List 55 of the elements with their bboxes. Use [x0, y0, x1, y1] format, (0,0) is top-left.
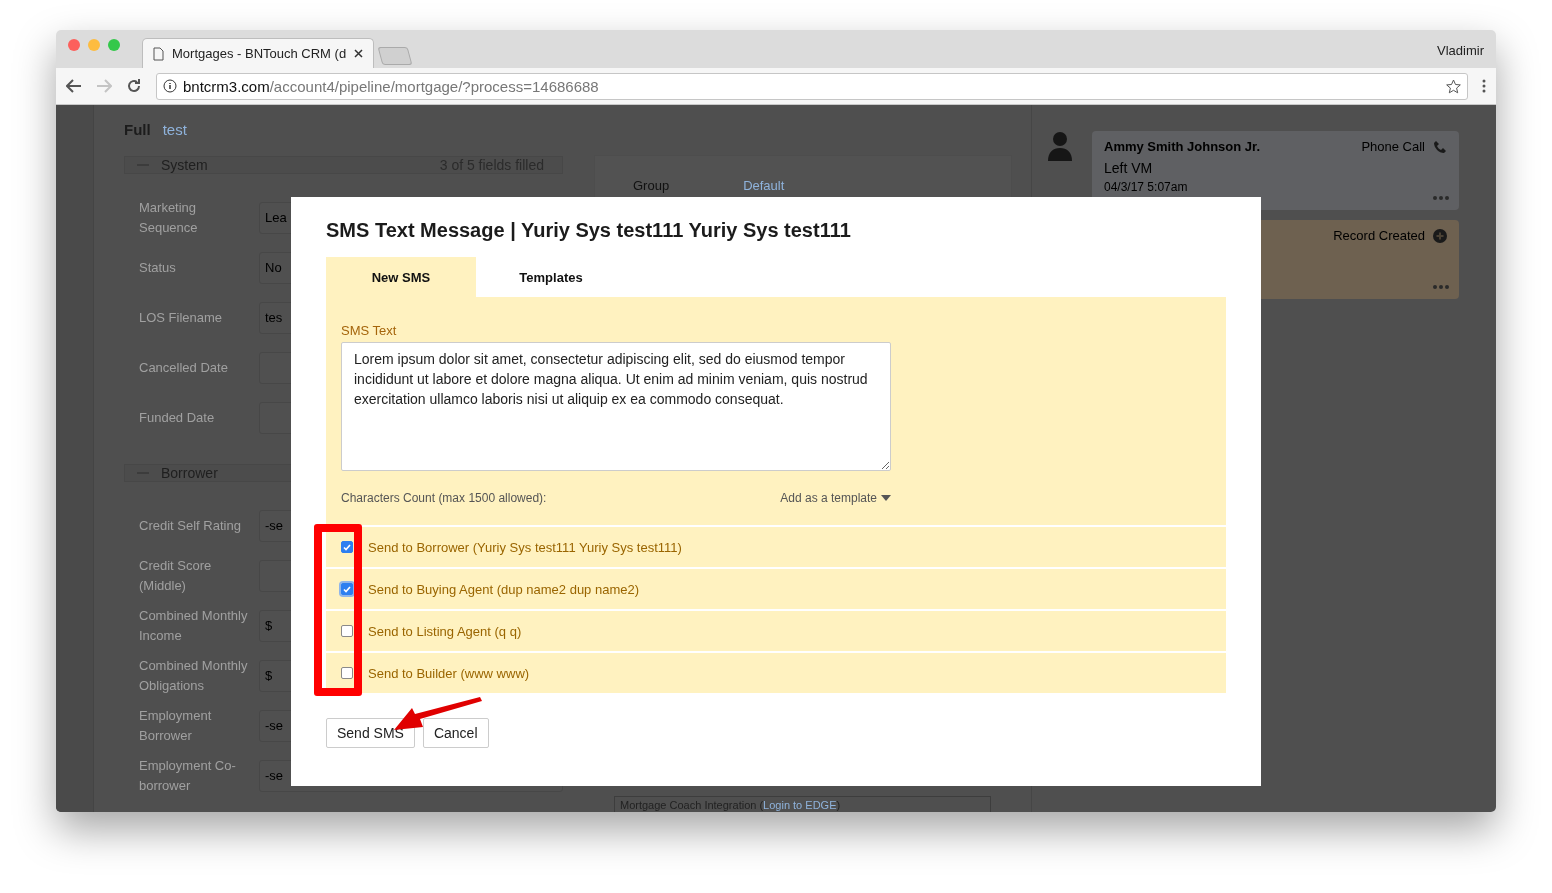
- login-link[interactable]: Login to EDGE: [763, 799, 837, 811]
- field-label: Combined Monthly Obligations: [139, 657, 249, 695]
- activity-note: Left VM: [1104, 160, 1154, 176]
- dialog-title: SMS Text Message | Yuriy Sys test111 Yuriy Sys test111: [326, 219, 852, 242]
- activity-type: Phone Call: [1361, 139, 1425, 154]
- recipient-option[interactable]: Send to Borrower (Yuriy Sys test111 Yuriy Sys test111): [326, 527, 1226, 567]
- star-icon[interactable]: [1446, 78, 1461, 94]
- address-field[interactable]: bntcrm3.com/account4/pipeline/mortgage/?process=14686688: [156, 72, 1468, 100]
- checkmark-icon: [343, 585, 351, 593]
- field-label: Cancelled Date: [139, 359, 229, 377]
- field-label: Employment Borrower: [139, 707, 213, 745]
- cancel-button[interactable]: Cancel: [422, 718, 489, 748]
- recipient-checkbox[interactable]: [339, 581, 355, 597]
- activity-type: Record Created: [1333, 228, 1425, 243]
- user-name: Vladimir: [1437, 43, 1484, 58]
- field-label: Credit Self Rating: [139, 517, 242, 535]
- person-icon: [1048, 131, 1072, 161]
- info-icon: [163, 79, 177, 93]
- activity-card[interactable]: Ammy Smith Johnson Jr. Phone Call Left VM 04/3/17 5:07am: [1092, 131, 1459, 210]
- send-button[interactable]: Send SMS: [326, 718, 415, 748]
- close-icon[interactable]: [354, 49, 364, 58]
- browser-tab[interactable]: Mortgages - BNTouch CRM (d: [142, 38, 375, 68]
- field-label: Combined Monthly Income: [139, 607, 249, 645]
- view-link[interactable]: test: [162, 121, 187, 138]
- activity-time: 04/3/17 5:07am: [1104, 180, 1188, 194]
- character-count: Characters Count (max 1500 allowed):: [341, 491, 547, 505]
- phone-icon: [1433, 139, 1447, 154]
- checkmark-icon: [343, 543, 351, 551]
- document-icon: [153, 46, 164, 61]
- dialog-tab[interactable]: New SMS: [326, 257, 476, 297]
- back-icon[interactable]: [66, 79, 82, 93]
- field-label: Funded Date: [139, 409, 216, 427]
- field-label: Employment Co-borrower: [139, 757, 237, 795]
- recipient-checkbox[interactable]: [339, 623, 355, 639]
- more-icon[interactable]: [1433, 196, 1449, 200]
- recipient-checkbox[interactable]: [339, 665, 355, 681]
- field-label: Marketing Sequence: [139, 199, 199, 237]
- field-label: Credit Score (Middle): [139, 557, 213, 595]
- field-label: LOS Filename: [139, 309, 224, 327]
- message-field[interactable]: Lorem ipsum dolor sit amet, consectetur adipiscing elit, sed do eiusmod tempor incididunt ut labore et dolore magna aliqua. Ut enim ad minim veniam, quis nostrud exercitation ullamco laboris nisi ut aliquip ex ea commodo consequat.: [341, 342, 891, 471]
- add-template-dropdown[interactable]: Add as a template: [780, 491, 891, 505]
- menu-icon[interactable]: [1482, 79, 1486, 93]
- reload-icon[interactable]: [126, 78, 142, 94]
- recipient-option[interactable]: Send to Listing Agent (q q): [326, 611, 1226, 651]
- sms-text-label: SMS Text: [341, 323, 398, 338]
- recipient-option[interactable]: Send to Builder (www www): [326, 653, 1226, 693]
- plus-circle-icon: [1433, 228, 1447, 243]
- activity-author: Ammy Smith Johnson Jr.: [1104, 139, 1261, 154]
- close-button[interactable]: [68, 39, 80, 51]
- recipient-checkbox[interactable]: [339, 539, 355, 555]
- field-label: Status: [139, 259, 177, 277]
- group-label: Group: [633, 178, 670, 195]
- caret-icon: [881, 495, 891, 501]
- recipient-option[interactable]: Send to Buying Agent (dup name2 dup name2): [326, 569, 1226, 609]
- more-icon[interactable]: [1433, 285, 1449, 289]
